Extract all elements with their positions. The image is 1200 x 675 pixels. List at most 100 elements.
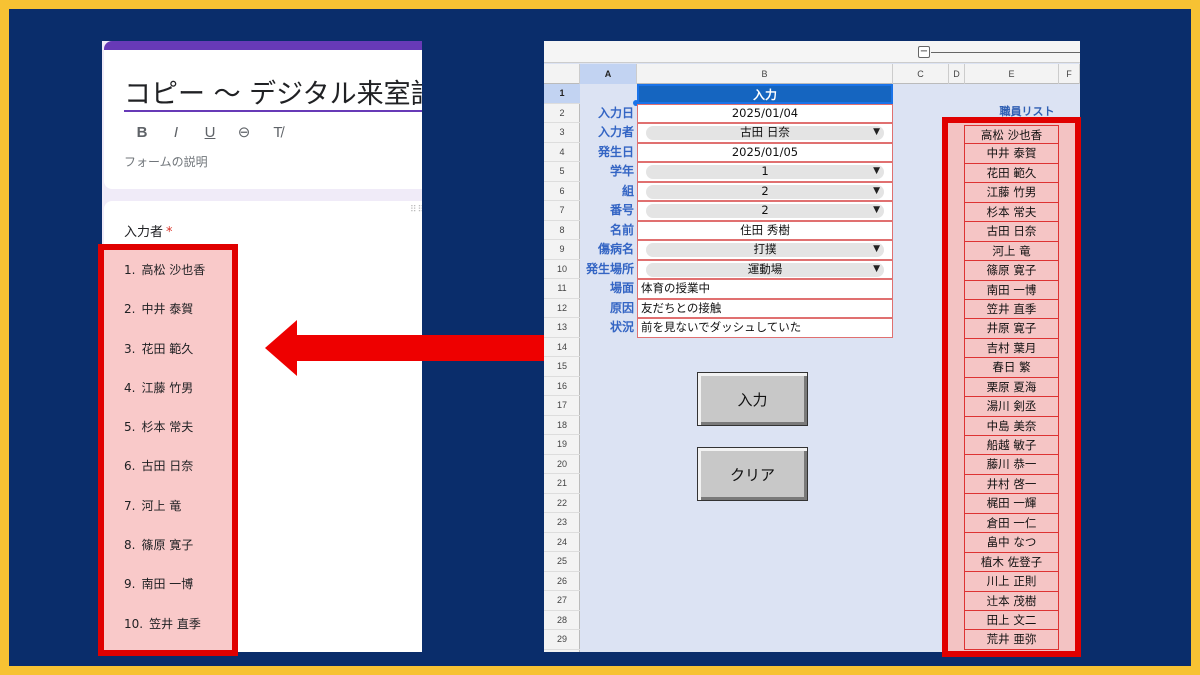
row-header[interactable]: 8 xyxy=(544,221,580,240)
dropdown-arrow-icon[interactable]: ▼ xyxy=(873,183,880,201)
italic-icon[interactable]: I xyxy=(164,120,188,144)
staff-list-item[interactable]: 川上 正則 xyxy=(964,572,1059,592)
column-header-e[interactable]: E xyxy=(965,64,1059,84)
link-icon[interactable]: ⊖ xyxy=(232,120,256,144)
dropdown-cell[interactable]: 打撲 ▼ xyxy=(637,240,893,260)
row-header[interactable]: 22 xyxy=(544,494,580,513)
row-header[interactable]: 27 xyxy=(544,591,580,611)
option-item[interactable]: 5. 杉本 常夫 xyxy=(124,417,232,456)
staff-list-item[interactable]: 畠中 なつ xyxy=(964,533,1059,553)
staff-list-item[interactable]: 南田 一博 xyxy=(964,280,1059,300)
row-header[interactable]: 9 xyxy=(544,240,580,260)
dropdown-arrow-icon[interactable]: ▼ xyxy=(873,163,880,181)
column-header-a[interactable]: A xyxy=(580,64,637,84)
staff-list-item[interactable]: 井原 寛子 xyxy=(964,319,1059,339)
zoom-out-icon[interactable]: − xyxy=(918,46,930,58)
column-header-f[interactable]: F xyxy=(1059,64,1080,84)
value-cell[interactable]: 友だちとの接触 xyxy=(637,298,893,318)
staff-list-item[interactable]: 河上 竜 xyxy=(964,241,1059,262)
staff-list-item[interactable]: 栗原 夏海 xyxy=(964,377,1059,398)
zoom-slider[interactable] xyxy=(931,52,1080,53)
form-title[interactable]: コピー ～ デジタル来室記 xyxy=(124,72,422,111)
staff-list-item[interactable]: 笠井 直季 xyxy=(964,299,1059,320)
row-header[interactable]: 17 xyxy=(544,396,580,416)
staff-list-item[interactable]: 春日 繁 xyxy=(964,358,1059,378)
staff-list-item[interactable]: 江藤 竹男 xyxy=(964,183,1059,203)
row-header[interactable]: 12 xyxy=(544,299,580,318)
clear-format-icon[interactable]: T̸ xyxy=(266,120,290,144)
staff-list-item[interactable]: 杉本 常夫 xyxy=(964,202,1059,223)
dropdown-cell[interactable]: 2 ▼ xyxy=(637,181,893,201)
bold-icon[interactable]: B xyxy=(130,120,154,144)
row-header[interactable]: 19 xyxy=(544,435,580,455)
option-item[interactable]: 8. 篠原 寛子 xyxy=(124,535,232,574)
row-header[interactable]: 1 xyxy=(544,84,580,104)
staff-list-item[interactable]: 荒井 亜弥 xyxy=(964,630,1059,650)
input-header-cell[interactable]: 入力 xyxy=(637,84,893,104)
staff-list-item[interactable]: 藤川 恭一 xyxy=(964,455,1059,475)
row-header[interactable]: 25 xyxy=(544,552,580,572)
row-header[interactable]: 11 xyxy=(544,279,580,299)
dropdown-arrow-icon[interactable]: ▼ xyxy=(873,124,880,142)
staff-list-item[interactable]: 船越 敏子 xyxy=(964,436,1059,456)
option-item[interactable]: 3. 花田 範久 xyxy=(124,339,232,378)
row-header[interactable]: 28 xyxy=(544,611,580,630)
option-item[interactable]: 7. 河上 竜 xyxy=(124,496,232,535)
row-header[interactable]: 18 xyxy=(544,416,580,435)
staff-list-item[interactable]: 梶田 一輝 xyxy=(964,494,1059,514)
row-header[interactable]: 16 xyxy=(544,377,580,396)
staff-list-item[interactable]: 吉村 葉月 xyxy=(964,338,1059,359)
option-item[interactable]: 1. 高松 沙也香 xyxy=(124,260,232,299)
row-header[interactable]: 4 xyxy=(544,143,580,162)
dropdown-cell[interactable]: 1 ▼ xyxy=(637,162,893,182)
option-item[interactable]: 6. 古田 日奈 xyxy=(124,456,232,495)
dropdown-cell[interactable]: 運動場 ▼ xyxy=(637,259,893,279)
value-cell[interactable]: 住田 秀樹 xyxy=(637,220,893,240)
row-header[interactable]: 15 xyxy=(544,357,580,377)
staff-list-item[interactable]: 井村 啓一 xyxy=(964,474,1059,495)
option-item[interactable]: 2. 中井 泰賀 xyxy=(124,299,232,338)
row-header[interactable]: 24 xyxy=(544,533,580,552)
value-cell[interactable]: 前を見ないでダッシュしていた xyxy=(637,318,893,338)
row-header[interactable]: 6 xyxy=(544,182,580,201)
option-item[interactable]: 9. 南田 一博 xyxy=(124,574,232,613)
form-description-input[interactable]: フォームの説明 xyxy=(124,153,208,170)
column-header-c[interactable]: C xyxy=(893,64,949,84)
row-header[interactable]: 10 xyxy=(544,260,580,279)
value-cell[interactable]: 体育の授業中 xyxy=(637,279,893,299)
row-header[interactable]: 2 xyxy=(544,104,580,123)
input-button[interactable]: 入力 xyxy=(697,372,808,426)
dropdown-arrow-icon[interactable]: ▼ xyxy=(873,202,880,220)
row-header[interactable]: 21 xyxy=(544,474,580,494)
staff-list-item[interactable]: 花田 範久 xyxy=(964,163,1059,184)
dropdown-cell[interactable]: 2 ▼ xyxy=(637,201,893,221)
column-header-d[interactable]: D xyxy=(949,64,965,84)
dropdown-arrow-icon[interactable]: ▼ xyxy=(873,261,880,279)
row-header[interactable]: 29 xyxy=(544,630,580,650)
staff-list-item[interactable]: 湯川 剣丞 xyxy=(964,397,1059,417)
clear-button[interactable]: クリア xyxy=(697,447,808,501)
value-cell[interactable]: 2025/01/04 xyxy=(637,103,893,123)
row-header[interactable]: 3 xyxy=(544,123,580,143)
row-header[interactable]: 14 xyxy=(544,338,580,357)
row-header[interactable]: 26 xyxy=(544,572,580,591)
staff-list-item[interactable]: 倉田 一仁 xyxy=(964,513,1059,534)
staff-list-item[interactable]: 中島 美奈 xyxy=(964,416,1059,436)
option-item[interactable]: 10. 笠井 直季 xyxy=(124,614,232,653)
staff-list-item[interactable]: 中井 泰賀 xyxy=(964,144,1059,164)
row-header[interactable]: 5 xyxy=(544,162,580,182)
staff-list-item[interactable]: 古田 日奈 xyxy=(964,222,1059,242)
drag-handle-icon[interactable]: ⠿⠿ xyxy=(410,205,422,215)
row-header[interactable]: 13 xyxy=(544,318,580,338)
row-header[interactable]: 7 xyxy=(544,201,580,221)
staff-list-item[interactable]: 高松 沙也香 xyxy=(964,125,1059,145)
option-item[interactable]: 4. 江藤 竹男 xyxy=(124,378,232,417)
column-header-b[interactable]: B xyxy=(637,64,893,84)
row-header[interactable]: 20 xyxy=(544,455,580,474)
row-header[interactable]: 23 xyxy=(544,513,580,533)
staff-list-item[interactable]: 植木 佐登子 xyxy=(964,552,1059,573)
value-cell[interactable]: 2025/01/05 xyxy=(637,142,893,162)
staff-list-item[interactable]: 篠原 寛子 xyxy=(964,261,1059,281)
dropdown-arrow-icon[interactable]: ▼ xyxy=(873,241,880,259)
dropdown-cell[interactable]: 古田 日奈 ▼ xyxy=(637,123,893,143)
